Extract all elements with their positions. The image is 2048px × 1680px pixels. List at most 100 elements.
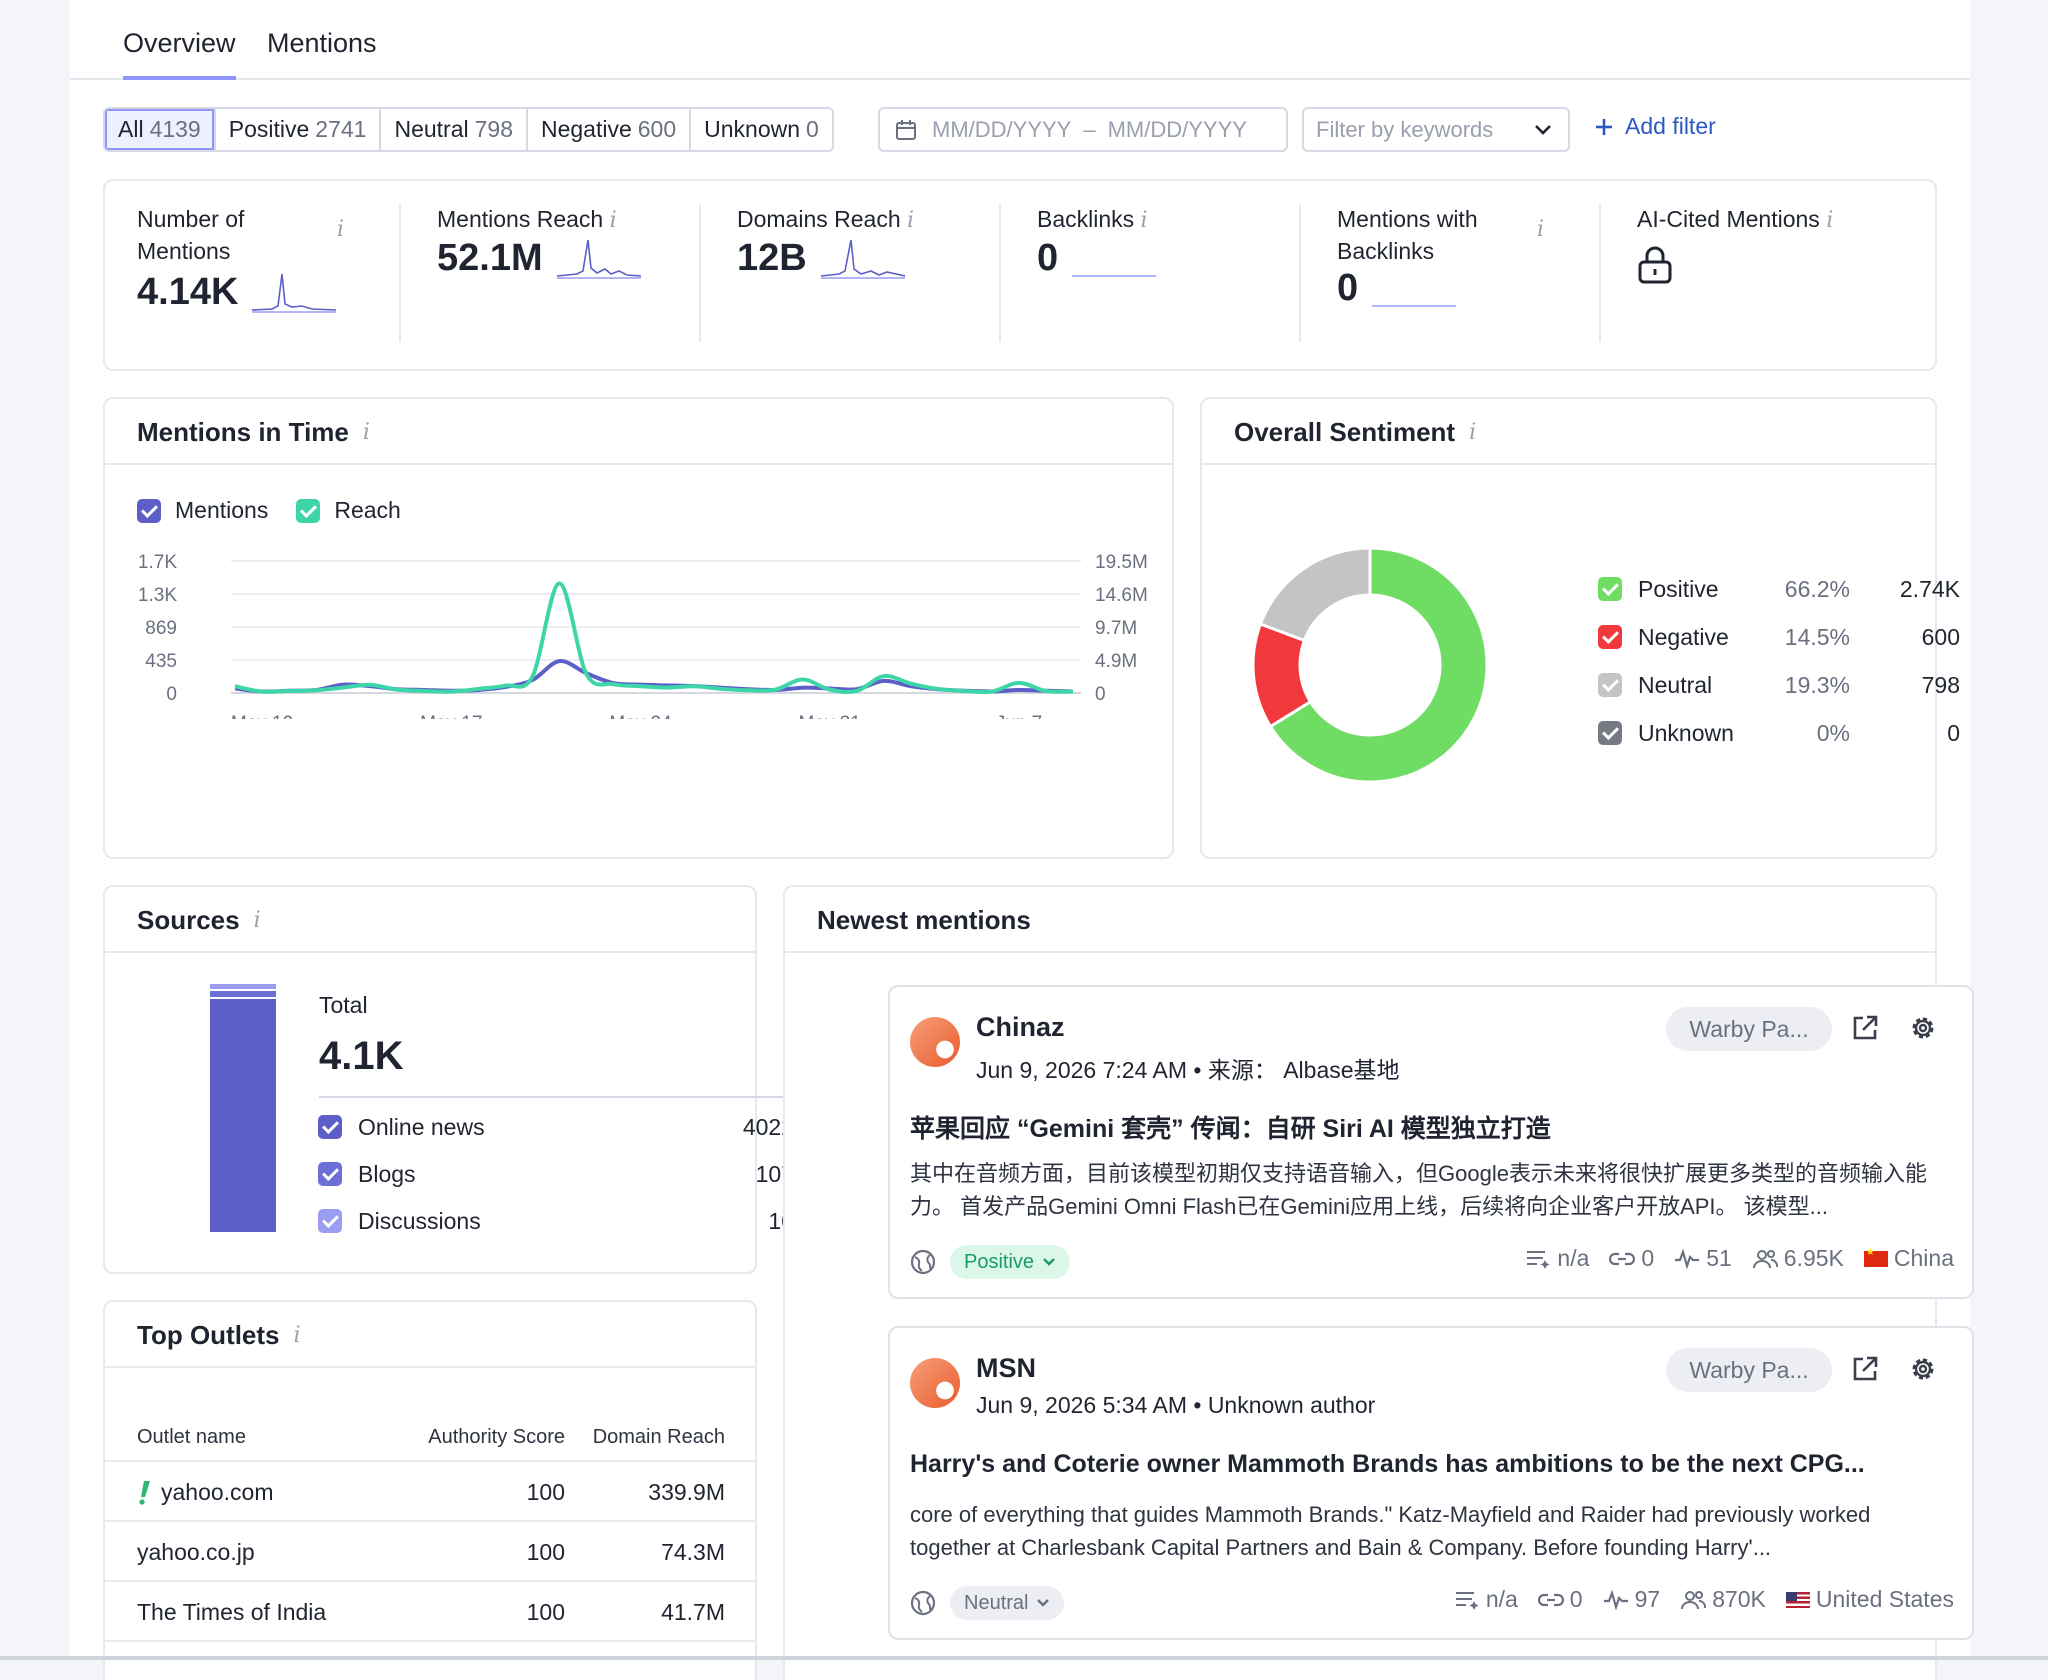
date-end[interactable]: MM/DD/YYYY [1108, 117, 1247, 143]
outlets-table-header: Outlet name Authority Score Domain Reach [105, 1414, 757, 1462]
keyword-filter-select[interactable]: Filter by keywords [1302, 107, 1570, 152]
china-flag-icon [1863, 1247, 1888, 1267]
card-header: Sources i [105, 887, 755, 953]
chevron-down-icon [1535, 124, 1551, 135]
info-icon[interactable]: i [1141, 208, 1148, 233]
source-name: Online news [358, 1114, 485, 1140]
sentiment-badge[interactable]: Neutral [950, 1586, 1065, 1620]
metric-mentions-reach: Mentions Reach i 52.1M [437, 203, 737, 343]
column-domain-reach[interactable]: Domain Reach [593, 1426, 725, 1449]
mention-title[interactable]: 苹果回应 “Gemini 套壳” 传闻：自研 Siri AI 模型独立打造 [910, 1109, 1960, 1145]
date-start[interactable]: MM/DD/YYYY [932, 117, 1071, 143]
info-icon[interactable]: i [610, 208, 617, 233]
metric-divider [1599, 205, 1601, 342]
mention-source[interactable]: Chinaz [976, 1012, 1065, 1043]
sentiment-row-positive[interactable]: Positive 66.2% 2.74K [1598, 571, 1978, 607]
source-row-online-news[interactable]: Online news 4022 [318, 1109, 794, 1145]
outlet-name[interactable]: The Times of India [137, 1599, 326, 1626]
mention-card[interactable]: Chinaz Jun 9, 2026 7:24 AM • 来源： Albase基… [888, 985, 1974, 1299]
mention-card[interactable]: MSN Jun 9, 2026 5:34 AM • Unknown author… [888, 1326, 1974, 1640]
gear-icon[interactable] [1908, 1013, 1938, 1043]
sentiment-row-unknown[interactable]: Unknown 0% 0 [1598, 715, 1978, 751]
filter-negative[interactable]: Negative 600 [527, 109, 692, 150]
sentiment-count: 798 [1921, 671, 1960, 698]
info-icon[interactable]: i [1469, 420, 1476, 445]
source-checkbox[interactable] [318, 1209, 342, 1233]
sparkline-mentions-reach [556, 239, 641, 279]
globe-icon [910, 1249, 936, 1275]
source-bar-segment-blogs [210, 991, 276, 998]
mentions-in-time-card: Mentions in Time i Mentions Reach 0 435 869… [103, 397, 1174, 859]
project-tag[interactable]: Warby Pa... [1666, 1007, 1832, 1051]
metric-divider [399, 205, 401, 342]
table-row[interactable]: yahoo.co.jp 100 74.3M [105, 1522, 757, 1582]
x-tick-label: May 24 [609, 713, 672, 719]
info-icon[interactable]: i [294, 1323, 301, 1348]
date-range-input[interactable]: MM/DD/YYYY – MM/DD/YYYY [878, 107, 1288, 152]
card-title: Newest mentions [817, 905, 1031, 935]
sparkline-domains-reach [820, 239, 905, 279]
source-bar-segment-discussions [210, 984, 276, 989]
source-checkbox[interactable] [318, 1115, 342, 1139]
x-tick-label: Jun 7 [996, 713, 1042, 719]
external-link-icon[interactable] [1850, 1354, 1880, 1384]
link-icon [1537, 1593, 1564, 1606]
info-icon[interactable]: i [337, 217, 344, 242]
sentiment-row-neutral[interactable]: Neutral 19.3% 798 [1598, 667, 1978, 703]
card-title: Overall Sentiment i [1234, 417, 1477, 447]
filter-positive[interactable]: Positive 2741 [215, 109, 382, 150]
legend-checkbox-mentions[interactable] [137, 498, 161, 523]
project-tag[interactable]: Warby Pa... [1666, 1348, 1832, 1392]
info-icon[interactable]: i [907, 208, 914, 233]
add-filter-button[interactable]: Add filter [1595, 113, 1716, 140]
audience-icon [1681, 1590, 1707, 1609]
info-icon[interactable]: i [363, 420, 370, 445]
table-row[interactable]: yahoo.com 100 339.9M [105, 1462, 757, 1522]
table-row[interactable]: The Times of India 100 41.7M [105, 1582, 757, 1642]
y-left-tick-label: 1.3K [138, 585, 177, 606]
legend-checkbox-reach[interactable] [296, 498, 321, 523]
y-right-tick-label: 0 [1095, 684, 1106, 705]
sentiment-badge[interactable]: Positive [950, 1245, 1071, 1279]
card-title: Top Outlets i [137, 1320, 301, 1350]
word-count-icon [1455, 1591, 1479, 1610]
metric-mentions-with-backlinks: Mentions with Backlinks i 0 [1337, 203, 1637, 343]
column-outlet-name[interactable]: Outlet name [137, 1426, 246, 1449]
keyword-filter-placeholder: Filter by keywords [1316, 116, 1494, 142]
tab-overview[interactable]: Overview [123, 28, 236, 80]
info-icon[interactable]: i [1826, 208, 1833, 233]
x-tick-label: May 10 [231, 713, 293, 719]
y-left-tick-label: 435 [145, 651, 177, 672]
source-avatar [910, 1358, 960, 1408]
lock-icon [1638, 246, 1672, 284]
mention-title[interactable]: Harry's and Coterie owner Mammoth Brands… [910, 1450, 1960, 1479]
calendar-icon [896, 119, 916, 140]
filter-all[interactable]: All 4139 [105, 109, 216, 150]
outlet-name[interactable]: yahoo.com [161, 1479, 274, 1506]
external-link-icon[interactable] [1850, 1013, 1880, 1043]
metric-number-of-mentions: Number of Mentions i 4.14K [137, 203, 437, 343]
source-row-blogs[interactable]: Blogs 107 [318, 1156, 794, 1192]
info-icon[interactable]: i [1537, 217, 1544, 242]
sentiment-row-negative[interactable]: Negative 14.5% 600 [1598, 619, 1978, 655]
tab-mentions[interactable]: Mentions [267, 28, 377, 59]
donut-slice-neutral[interactable] [1258, 546, 1372, 643]
sparkline-mentions [252, 273, 337, 313]
outlet-name[interactable]: yahoo.co.jp [137, 1539, 255, 1566]
info-icon[interactable]: i [254, 908, 261, 933]
source-row-discussions[interactable]: Discussions 10 [318, 1203, 794, 1239]
mention-source[interactable]: MSN [976, 1353, 1036, 1384]
series-line-reach[interactable] [234, 581, 1074, 695]
filter-neutral[interactable]: Neutral 798 [381, 109, 528, 150]
gear-icon[interactable] [1908, 1354, 1938, 1384]
source-checkbox[interactable] [318, 1162, 342, 1186]
column-authority-score[interactable]: Authority Score [428, 1426, 565, 1449]
source-bar-segment-online-news [210, 999, 276, 1232]
sentiment-count: 2.74K [1899, 575, 1960, 602]
metric-value: 0 [1037, 237, 1059, 279]
outlet-authority-score: 100 [526, 1479, 565, 1505]
chevron-down-icon [1037, 1599, 1050, 1607]
filter-unknown[interactable]: Unknown 0 [691, 109, 832, 150]
sentiment-filter: All 4139 Positive 2741 Neutral 798 Negative… [103, 107, 834, 152]
metric-label: Mentions with Backlinks [1337, 206, 1478, 264]
